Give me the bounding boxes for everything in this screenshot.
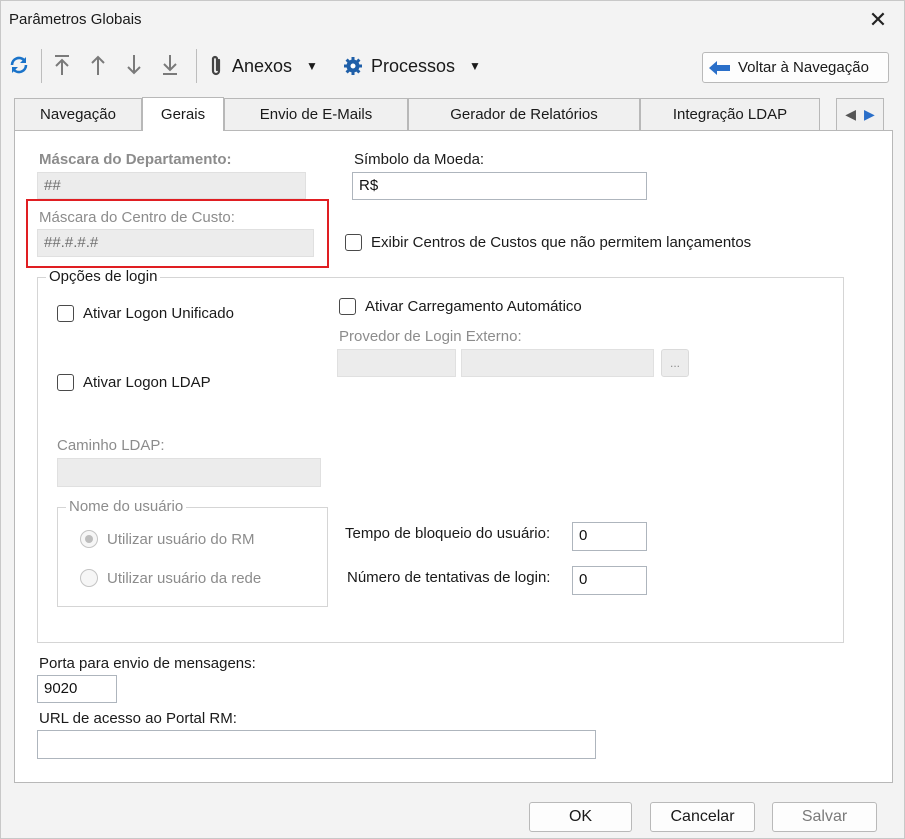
move-up-icon — [91, 55, 105, 75]
url-portal-field[interactable] — [37, 730, 596, 759]
nome-usuario-legend: Nome do usuário — [66, 498, 187, 515]
tab-scroll-left-icon[interactable]: ◀ — [845, 106, 856, 123]
tab-envio-emails[interactable]: Envio de E-Mails — [224, 98, 408, 130]
tab-label: Gerais — [160, 106, 206, 123]
move-down-button[interactable] — [123, 53, 145, 82]
tab-label: Envio de E-Mails — [259, 106, 373, 123]
tab-navegacao[interactable]: Navegação — [14, 98, 142, 130]
radio-usuario-rm-label: Utilizar usuário do RM — [107, 530, 255, 548]
mascara-departamento-label: Máscara do Departamento: — [39, 151, 232, 168]
move-down-icon — [127, 55, 141, 75]
provedor-login-label: Provedor de Login Externo: — [339, 328, 522, 345]
radio-circle[interactable] — [80, 530, 98, 548]
radio-usuario-rede-label: Utilizar usuário da rede — [107, 569, 262, 587]
tab-label: Integração LDAP — [672, 106, 788, 123]
carregamento-automatico-label: Ativar Carregamento Automático — [365, 298, 582, 315]
tab-scroll-buttons: ◀ ▶ — [836, 98, 884, 130]
tempo-bloqueio-label: Tempo de bloqueio do usuário: — [345, 525, 551, 542]
window-title: Parâmetros Globais — [9, 11, 142, 28]
refresh-button[interactable] — [7, 53, 33, 79]
radio-circle[interactable] — [80, 569, 98, 587]
porta-mensagens-label: Porta para envio de mensagens: — [39, 655, 256, 672]
radio-usuario-rm[interactable]: Utilizar usuário do RM — [80, 530, 255, 548]
processos-label: Processos — [371, 55, 456, 76]
checkbox-box[interactable] — [57, 305, 74, 322]
logon-ldap-checkbox[interactable]: Ativar Logon LDAP — [57, 374, 211, 391]
simbolo-moeda-field[interactable]: R$ — [352, 172, 647, 200]
provedor-login-name-field[interactable] — [461, 349, 654, 377]
exibir-centros-label: Exibir Centros de Custos que não permite… — [371, 234, 752, 251]
highlight-box — [26, 199, 329, 268]
carregamento-automatico-checkbox[interactable]: Ativar Carregamento Automático — [339, 298, 582, 315]
move-first-icon — [55, 55, 69, 75]
salvar-button[interactable]: Salvar — [772, 802, 877, 832]
toolbar-separator — [196, 49, 197, 83]
logon-ldap-label: Ativar Logon LDAP — [83, 374, 211, 391]
processos-button[interactable]: Processos ▼ — [343, 53, 481, 79]
opcoes-login-legend: Opções de login — [46, 268, 161, 285]
logon-unificado-label: Ativar Logon Unificado — [83, 305, 234, 322]
move-last-button[interactable] — [159, 53, 181, 82]
close-button[interactable]: ✕ — [858, 3, 898, 37]
chevron-down-icon: ▼ — [469, 59, 481, 73]
tab-strip: Navegação Gerais Envio de E-Mails Gerado… — [14, 97, 894, 131]
move-last-icon — [163, 55, 177, 75]
dialog-window: Parâmetros Globais ✕ Anexos ▼ Processos … — [0, 0, 905, 839]
gear-icon — [344, 57, 362, 75]
refresh-icon — [10, 56, 28, 74]
caminho-ldap-field[interactable] — [57, 458, 321, 487]
back-arrow-icon — [709, 60, 730, 75]
tab-gerador-relatorios[interactable]: Gerador de Relatórios — [408, 98, 640, 130]
tab-gerais[interactable]: Gerais — [142, 97, 224, 131]
tab-label: Navegação — [40, 106, 116, 123]
move-first-button[interactable] — [51, 53, 73, 82]
radio-usuario-rede[interactable]: Utilizar usuário da rede — [80, 569, 261, 587]
cancelar-button[interactable]: Cancelar — [650, 802, 755, 832]
tab-scroll-right-icon[interactable]: ▶ — [864, 106, 875, 123]
checkbox-box[interactable] — [339, 298, 356, 315]
ok-button[interactable]: OK — [529, 802, 632, 832]
voltar-navegacao-button[interactable]: Voltar à Navegação — [702, 52, 889, 83]
close-icon: ✕ — [868, 7, 888, 32]
exibir-centros-checkbox[interactable]: Exibir Centros de Custos que não permite… — [345, 234, 751, 251]
nome-usuario-group: Nome do usuário — [57, 498, 328, 607]
chevron-down-icon: ▼ — [306, 59, 318, 73]
tentativas-login-label: Número de tentativas de login: — [347, 569, 551, 586]
provedor-login-code-field[interactable] — [337, 349, 456, 377]
move-up-button[interactable] — [87, 53, 109, 82]
logon-unificado-checkbox[interactable]: Ativar Logon Unificado — [57, 305, 234, 322]
checkbox-box[interactable] — [57, 374, 74, 391]
tentativas-login-field[interactable]: 0 — [572, 566, 647, 595]
anexos-button[interactable]: Anexos ▼ — [208, 53, 318, 79]
tab-label: Gerador de Relatórios — [450, 106, 598, 123]
tempo-bloqueio-field[interactable]: 0 — [572, 522, 647, 551]
toolbar-separator — [41, 49, 42, 83]
checkbox-box[interactable] — [345, 234, 362, 251]
mascara-departamento-field[interactable]: ## — [37, 172, 306, 199]
anexos-label: Anexos — [232, 55, 293, 76]
title-bar: Parâmetros Globais ✕ — [1, 1, 904, 39]
simbolo-moeda-label: Símbolo da Moeda: — [354, 151, 485, 168]
caminho-ldap-label: Caminho LDAP: — [57, 437, 165, 454]
paperclip-icon — [211, 55, 221, 76]
url-portal-label: URL de acesso ao Portal RM: — [39, 710, 237, 727]
porta-mensagens-field[interactable]: 9020 — [37, 675, 117, 703]
provedor-lookup-button[interactable]: ... — [661, 349, 689, 377]
tab-integracao-ldap[interactable]: Integração LDAP — [640, 98, 820, 130]
voltar-label: Voltar à Navegação — [738, 59, 869, 76]
